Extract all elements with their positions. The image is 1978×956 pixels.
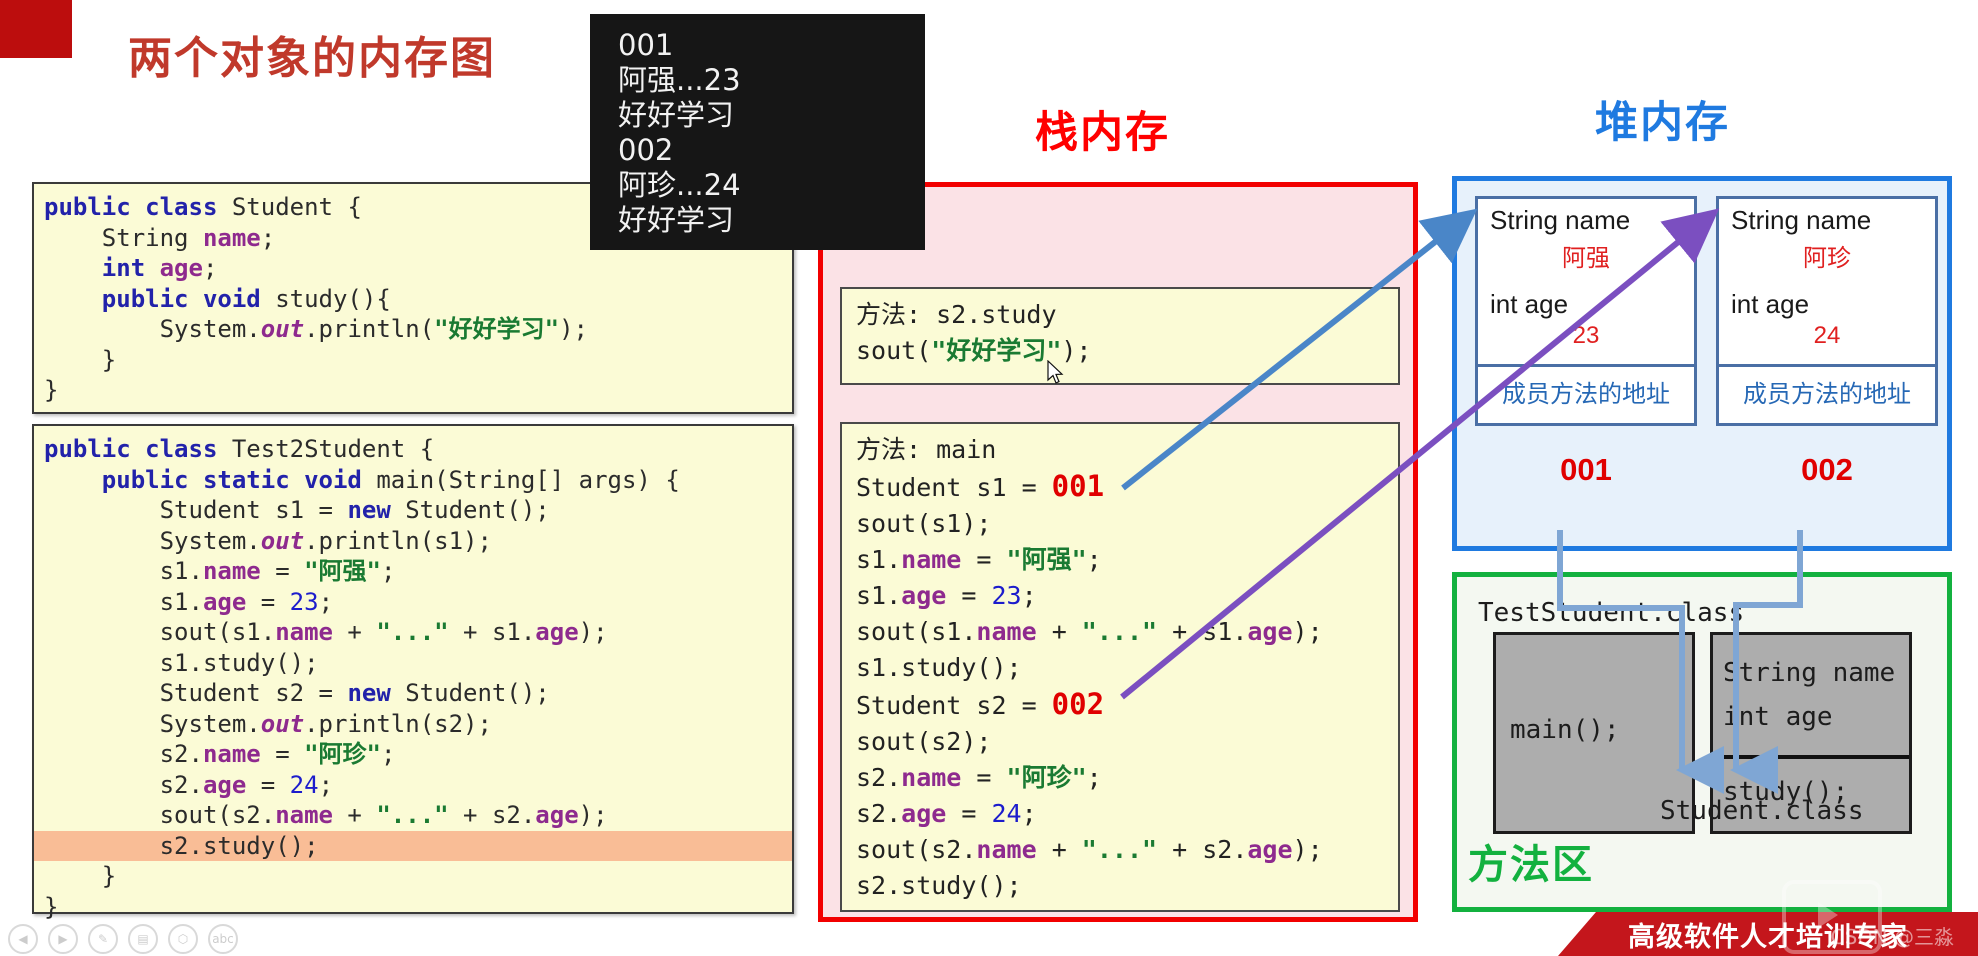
console-output-line-2: 好好学习	[618, 98, 735, 132]
test-code-line-4: s1.name = "阿强";	[44, 557, 396, 585]
console-output-lines: 001 阿强...23 好好学习 002 阿珍...24 好好学习	[618, 28, 925, 238]
console-output-line-0: 001	[618, 28, 674, 62]
player-controls[interactable]: ◀ ▶ ✎ ▤ ⬡ abc	[8, 924, 238, 954]
player-control-3-icon[interactable]: ▤	[128, 924, 158, 954]
player-control-2-icon[interactable]: ✎	[88, 924, 118, 954]
heap-object-002-address-label: 002	[1801, 452, 1853, 487]
frame-main-line-6: s1.study();	[856, 653, 1022, 682]
frame-main-line-3: s1.name = "阿强";	[856, 545, 1102, 574]
student-code-line-2: int age;	[101, 254, 218, 282]
console-output-popup: 001 阿强...23 好好学习 002 阿珍...24 好好学习	[590, 14, 925, 250]
test-code-line-11: s2.age = 24;	[44, 770, 334, 799]
frame-main-line-1: Student s1 = 001	[856, 469, 1105, 503]
heap-object-002-name-label: String name	[1731, 205, 1872, 235]
test-code-line-2: Student s1 = new Student();	[44, 496, 550, 524]
heap-object-001-address-label: 001	[1560, 452, 1612, 487]
frame-main-line-5: sout(s1.name + "..." + s1.age);	[856, 617, 1323, 646]
test-class-title: TestStudent.class	[1478, 598, 1745, 628]
frame-main-line-8: sout(s2);	[856, 727, 992, 756]
heap-object-002-name-value: 阿珍	[1803, 245, 1851, 272]
heap-object-001-age-label: int age	[1490, 289, 1569, 319]
code-panel-test-class[interactable]: public class Test2Student { public stati…	[32, 424, 794, 921]
frame-main-line-9: s2.name = "阿珍";	[856, 763, 1102, 792]
test-code-line-9: System.out.println(s2);	[44, 709, 492, 738]
student-code-line-5: }	[44, 345, 117, 374]
console-output-line-1: 阿强...23	[618, 63, 741, 97]
test-code-line-12: sout(s2.name + "..." + s2.age);	[44, 801, 608, 829]
frame-main-line-11: sout(s2.name + "..." + s2.age);	[856, 835, 1323, 864]
heap-object-001-name-label: String name	[1490, 205, 1631, 235]
frame-main-line-7: Student s2 = 002	[856, 687, 1105, 721]
student-code-line-3: public void study(){	[101, 284, 391, 313]
player-control-5-icon[interactable]: abc	[208, 924, 238, 954]
mouse-cursor	[1047, 360, 1064, 384]
slide-canvas: 两个对象的内存图 001 阿强...23 好好学习 002 阿珍...24 好好学习 pu…	[0, 0, 1978, 956]
page-title: 两个对象的内存图	[128, 33, 496, 84]
test-code-line-7: s1.study();	[44, 648, 319, 677]
console-output-line-5: 好好学习	[618, 203, 735, 237]
student-class-fields: String name int age	[1713, 635, 1909, 755]
frame-main-line-12: s2.study();	[856, 871, 1022, 900]
frame-main-line-10: s2.age = 24;	[856, 799, 1037, 828]
test-code-line-5: s1.age = 23;	[44, 587, 334, 616]
student-code-line-6: }	[44, 376, 59, 404]
student-class-field-name: String name	[1723, 658, 1896, 688]
test-code-line-8: Student s2 = new Student();	[44, 679, 550, 707]
test-code-line-6: sout(s1.name + "..." + s1.age);	[44, 618, 608, 646]
test-code-line-15: }	[44, 892, 59, 921]
heap-object-001-age-value: 23	[1572, 322, 1600, 349]
test-code-line-13: s2.study();	[34, 830, 792, 861]
frame-study-line-0: 方法: s2.study	[856, 300, 1057, 329]
frame-study-line-1: sout("好好学习");	[856, 336, 1092, 365]
heap-object-002: String name 阿珍 int age 24 成员方法的地址	[1716, 196, 1938, 426]
test-code-line-3: System.out.println(s1);	[44, 526, 492, 555]
heap-object-001-name-value: 阿强	[1562, 245, 1610, 272]
frame-main-line-4: s1.age = 23;	[856, 581, 1037, 610]
player-control-0-icon[interactable]: ◀	[8, 924, 38, 954]
student-code-line-4: System.out.println("好好学习");	[44, 315, 588, 343]
student-class-title: Student.class	[1660, 796, 1864, 826]
test-code-line-1: public static void main(String[] args) {	[101, 465, 680, 494]
test-code-line-14: }	[44, 862, 117, 890]
test-code-line-10: s2.name = "阿珍";	[44, 740, 396, 768]
csdn-watermark: CSDN @三淼	[1830, 925, 1954, 949]
method-area-label: 方法区	[1468, 842, 1594, 888]
heap-memory-title: 堆内存	[1595, 98, 1730, 148]
heap-object-002-age-label: int age	[1731, 289, 1810, 319]
frame-main-line-0: 方法: main	[856, 435, 997, 464]
corner-mark-decoration	[0, 0, 72, 58]
heap-object-002-age-value: 24	[1813, 322, 1841, 349]
test-code-line-0: public class Test2Student {	[44, 435, 435, 463]
frame-main-line-2: sout(s1);	[856, 509, 992, 538]
console-output-line-3: 002	[618, 133, 674, 167]
player-control-1-icon[interactable]: ▶	[48, 924, 78, 954]
student-class-field-age: int age	[1723, 702, 1833, 732]
heap-object-001: String name 阿强 int age 23 成员方法的地址	[1475, 196, 1697, 426]
heap-object-002-method-address: 成员方法的地址	[1743, 381, 1911, 408]
stack-frame-main: 方法: main Student s1 = 001 sout(s1); s1.name…	[840, 422, 1400, 912]
stack-frame-s2-study: 方法: s2.study sout("好好学习");	[840, 287, 1400, 385]
stack-memory-title: 栈内存	[1035, 108, 1170, 158]
console-output-line-4: 阿珍...24	[618, 168, 741, 202]
heap-object-001-method-address: 成员方法的地址	[1502, 381, 1670, 408]
player-control-4-icon[interactable]: ⬡	[168, 924, 198, 954]
test-class-main-method: main();	[1510, 715, 1620, 745]
